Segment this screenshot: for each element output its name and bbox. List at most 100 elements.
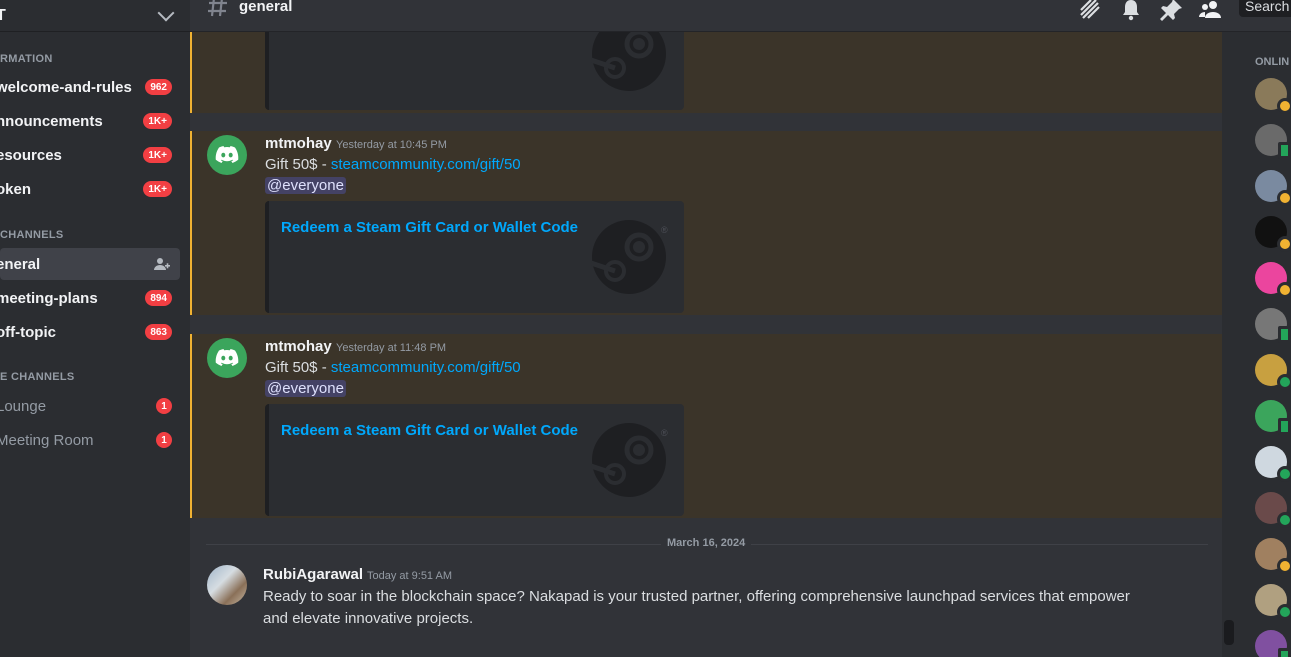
mobile-status-icon <box>1278 648 1291 657</box>
member-avatar[interactable] <box>1255 216 1291 252</box>
steam-logo-icon <box>591 220 666 294</box>
member-avatar[interactable] <box>1255 400 1291 435</box>
mention-highlight <box>190 32 1222 113</box>
unread-badge: 863 <box>145 324 172 340</box>
scrollbar-track[interactable] <box>1222 32 1234 657</box>
channel-label: meeting-plans <box>0 289 98 307</box>
embed-title-link[interactable]: Redeem a Steam Gift Card or Wallet Code <box>281 422 578 439</box>
channel-title: general <box>239 0 293 15</box>
steam-logo-icon <box>591 32 666 91</box>
channel-label: eneral <box>0 255 41 273</box>
category-information[interactable]: RMATION <box>0 53 53 65</box>
voice-channel-meeting-room[interactable]: Meeting Room 1 <box>0 424 182 456</box>
unread-badge: 894 <box>145 290 172 306</box>
date-divider-label: March 16, 2024 <box>661 537 752 549</box>
search-input[interactable]: Search <box>1239 0 1291 17</box>
message-text-prefix: Gift 50$ - <box>265 156 331 173</box>
member-avatar[interactable] <box>1255 170 1291 206</box>
registered-mark: ® <box>661 428 668 438</box>
message-link[interactable]: steamcommunity.com/gift/50 <box>331 156 521 173</box>
idle-status-icon <box>1277 190 1291 206</box>
message-author[interactable]: RubiAgarawal <box>263 566 363 583</box>
message-author[interactable]: mtmohay <box>265 135 332 152</box>
unread-badge: 1 <box>156 398 172 414</box>
message-text: Gift 50$ - steamcommunity.com/gift/50 <box>265 359 521 376</box>
registered-mark: ® <box>661 225 668 235</box>
member-avatar[interactable] <box>1255 308 1291 343</box>
message-text: Gift 50$ - steamcommunity.com/gift/50 <box>265 156 521 173</box>
message-list: mtmohay Yesterday at 10:45 PM Gift 50$ -… <box>190 32 1222 657</box>
online-status-icon <box>1277 512 1291 528</box>
member-avatar[interactable] <box>1255 492 1291 528</box>
category-voice-channels[interactable]: E CHANNELS <box>0 371 75 383</box>
unread-badge: 1K+ <box>143 147 172 163</box>
embed-card <box>265 32 684 110</box>
category-channels[interactable]: CHANNELS <box>0 229 64 241</box>
unread-badge: 1 <box>156 432 172 448</box>
hashtag-icon <box>208 0 227 17</box>
member-avatar[interactable] <box>1255 354 1291 390</box>
everyone-mention[interactable]: @everyone <box>265 177 346 194</box>
scrollbar-thumb[interactable] <box>1224 620 1234 645</box>
discord-logo-icon <box>215 146 239 163</box>
channel-off-topic[interactable]: off-topic 863 <box>0 316 182 348</box>
channel-label: oken <box>0 180 32 198</box>
server-header[interactable]: T <box>0 0 190 32</box>
channel-label: welcome-and-rules <box>0 78 132 96</box>
avatar[interactable] <box>207 135 247 175</box>
member-avatar[interactable] <box>1255 538 1291 574</box>
member-avatar[interactable] <box>1255 446 1291 482</box>
channel-label: Lounge <box>0 397 47 415</box>
message-author[interactable]: mtmohay <box>265 338 332 355</box>
chevron-down-icon[interactable] <box>157 4 175 21</box>
channel-general[interactable]: eneral <box>0 248 180 280</box>
channel-resources[interactable]: esources 1K+ <box>0 139 182 171</box>
channel-announcements[interactable]: nnouncements 1K+ <box>0 105 182 137</box>
message-text-prefix: Gift 50$ - <box>265 359 331 376</box>
channel-label: esources <box>0 146 62 164</box>
add-member-icon[interactable] <box>154 256 170 272</box>
member-list: ONLIN <box>1234 32 1291 657</box>
member-avatar[interactable] <box>1255 124 1291 159</box>
message-timestamp: Yesterday at 11:48 PM <box>336 342 447 354</box>
unread-badge: 962 <box>145 79 172 95</box>
message-mtmohay-1[interactable]: mtmohay Yesterday at 10:45 PM Gift 50$ -… <box>190 131 1222 315</box>
channel-label: Meeting Room <box>0 431 94 449</box>
member-list-icon[interactable] <box>1199 0 1223 22</box>
online-status-icon <box>1277 374 1291 390</box>
message-rubiagarawal[interactable]: RubiAgarawal Today at 9:51 AM Ready to s… <box>190 560 1222 640</box>
message-link[interactable]: steamcommunity.com/gift/50 <box>331 359 521 376</box>
avatar[interactable] <box>207 565 247 605</box>
channel-sidebar: T RMATION welcome-and-rules 962 nnouncem… <box>0 0 190 657</box>
online-section-label: ONLIN <box>1255 56 1290 68</box>
idle-status-icon <box>1277 282 1291 298</box>
message-timestamp: Today at 9:51 AM <box>367 570 452 582</box>
steam-logo-icon <box>591 423 666 497</box>
mobile-status-icon <box>1278 326 1291 343</box>
message-timestamp: Yesterday at 10:45 PM <box>336 139 447 151</box>
voice-channel-lounge[interactable]: Lounge 1 <box>0 390 182 422</box>
online-status-icon <box>1277 604 1291 620</box>
pin-icon[interactable] <box>1159 0 1183 22</box>
idle-status-icon <box>1277 558 1291 574</box>
channel-welcome-and-rules[interactable]: welcome-and-rules 962 <box>0 71 182 103</box>
threads-icon[interactable] <box>1078 0 1102 22</box>
server-name: T <box>0 6 6 24</box>
message-mtmohay-2[interactable]: mtmohay Yesterday at 11:48 PM Gift 50$ -… <box>190 334 1222 518</box>
member-avatar[interactable] <box>1255 630 1291 657</box>
avatar[interactable] <box>207 338 247 378</box>
unread-badge: 1K+ <box>143 181 172 197</box>
member-avatar[interactable] <box>1255 262 1291 298</box>
member-avatar[interactable] <box>1255 584 1291 620</box>
idle-status-icon <box>1277 236 1291 252</box>
embed-title-link[interactable]: Redeem a Steam Gift Card or Wallet Code <box>281 219 578 236</box>
online-status-icon <box>1277 466 1291 482</box>
bell-icon[interactable] <box>1119 0 1143 22</box>
member-avatar[interactable] <box>1255 78 1291 114</box>
everyone-mention[interactable]: @everyone <box>265 380 346 397</box>
mobile-status-icon <box>1278 418 1291 435</box>
channel-token[interactable]: oken 1K+ <box>0 173 182 205</box>
embed-card: Redeem a Steam Gift Card or Wallet Code … <box>265 201 684 313</box>
channel-meeting-plans[interactable]: meeting-plans 894 <box>0 282 182 314</box>
embed-card: Redeem a Steam Gift Card or Wallet Code … <box>265 404 684 516</box>
